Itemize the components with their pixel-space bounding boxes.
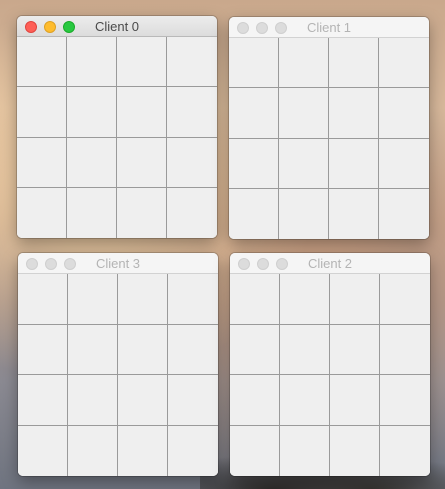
grid-cell[interactable]: [168, 425, 218, 476]
window-title: Client 2: [307, 256, 353, 271]
grid-cell[interactable]: [118, 375, 168, 426]
grid-cell[interactable]: [379, 188, 429, 239]
grid-cell[interactable]: [68, 425, 118, 476]
grid-cell[interactable]: [17, 87, 67, 138]
grid-cell[interactable]: [68, 375, 118, 426]
grid-cell[interactable]: [230, 375, 280, 426]
grid-cell[interactable]: [329, 138, 379, 189]
grid-cell[interactable]: [380, 324, 430, 375]
cell-grid: [230, 274, 430, 476]
grid-cell[interactable]: [379, 138, 429, 189]
grid-cell[interactable]: [17, 187, 67, 238]
grid-cell[interactable]: [279, 88, 329, 139]
grid-cell[interactable]: [118, 274, 168, 325]
grid-cell[interactable]: [168, 274, 218, 325]
grid-cell[interactable]: [168, 375, 218, 426]
grid-cell[interactable]: [68, 324, 118, 375]
grid-cell[interactable]: [67, 187, 117, 238]
grid-cell[interactable]: [167, 37, 217, 88]
grid-cell[interactable]: [280, 425, 330, 476]
grid-cell[interactable]: [380, 274, 430, 325]
grid-cell[interactable]: [18, 274, 68, 325]
grid-cell[interactable]: [18, 375, 68, 426]
grid-cell[interactable]: [118, 324, 168, 375]
grid-cell[interactable]: [330, 324, 380, 375]
titlebar[interactable]: Client 0: [17, 16, 217, 37]
grid-cell[interactable]: [230, 324, 280, 375]
window-client-2[interactable]: Client 2: [230, 253, 430, 476]
window-title: Client 0: [94, 19, 140, 34]
grid-cell[interactable]: [229, 138, 279, 189]
grid-cell[interactable]: [117, 87, 167, 138]
grid-cell[interactable]: [229, 188, 279, 239]
grid-cell[interactable]: [329, 88, 379, 139]
titlebar[interactable]: Client 1: [229, 17, 429, 38]
grid-cell[interactable]: [229, 88, 279, 139]
grid-cell[interactable]: [67, 37, 117, 88]
grid-cell[interactable]: [17, 37, 67, 88]
cell-grid: [229, 38, 429, 239]
window-client-0[interactable]: Client 0: [17, 16, 217, 238]
grid-cell[interactable]: [167, 187, 217, 238]
grid-cell[interactable]: [17, 137, 67, 188]
grid-cell[interactable]: [280, 324, 330, 375]
grid-cell[interactable]: [329, 188, 379, 239]
grid-cell[interactable]: [230, 425, 280, 476]
window-client-1[interactable]: Client 1: [229, 17, 429, 239]
grid-cell[interactable]: [117, 37, 167, 88]
window-title: Client 3: [95, 256, 141, 271]
grid-cell[interactable]: [67, 137, 117, 188]
grid-cell[interactable]: [380, 425, 430, 476]
grid-cell[interactable]: [379, 88, 429, 139]
titlebar[interactable]: Client 3: [18, 253, 218, 274]
grid-cell[interactable]: [330, 375, 380, 426]
grid-cell[interactable]: [167, 137, 217, 188]
grid-cell[interactable]: [280, 274, 330, 325]
grid-cell[interactable]: [329, 38, 379, 89]
grid-cell[interactable]: [18, 324, 68, 375]
grid-cell[interactable]: [230, 274, 280, 325]
grid-cell[interactable]: [117, 137, 167, 188]
grid-cell[interactable]: [117, 187, 167, 238]
grid-cell[interactable]: [379, 38, 429, 89]
grid-cell[interactable]: [280, 375, 330, 426]
grid-cell[interactable]: [279, 138, 329, 189]
window-title: Client 1: [306, 20, 352, 35]
grid-cell[interactable]: [330, 425, 380, 476]
cell-grid: [17, 37, 217, 238]
grid-cell[interactable]: [330, 274, 380, 325]
window-client-3[interactable]: Client 3: [18, 253, 218, 476]
grid-cell[interactable]: [168, 324, 218, 375]
grid-cell[interactable]: [18, 425, 68, 476]
grid-cell[interactable]: [118, 425, 168, 476]
grid-cell[interactable]: [279, 188, 329, 239]
cell-grid: [18, 274, 218, 476]
grid-cell[interactable]: [68, 274, 118, 325]
grid-cell[interactable]: [380, 375, 430, 426]
titlebar[interactable]: Client 2: [230, 253, 430, 274]
grid-cell[interactable]: [229, 38, 279, 89]
grid-cell[interactable]: [67, 87, 117, 138]
grid-cell[interactable]: [167, 87, 217, 138]
grid-cell[interactable]: [279, 38, 329, 89]
